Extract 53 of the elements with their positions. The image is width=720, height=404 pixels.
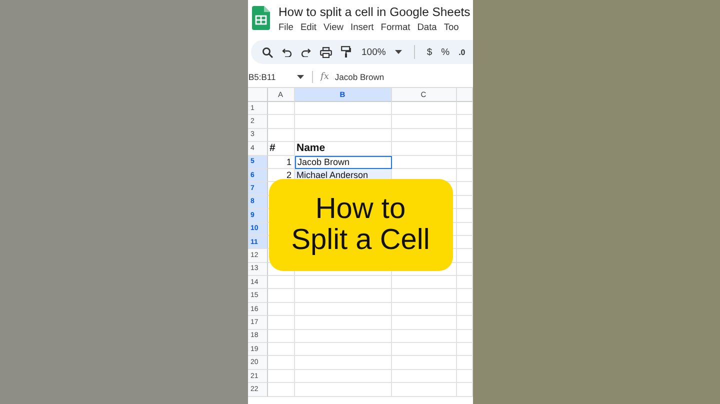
menu-item[interactable]: Format (380, 22, 410, 32)
table-cell (392, 115, 456, 129)
menu-item[interactable]: File (278, 22, 294, 32)
table-cell (268, 343, 294, 356)
print-icon[interactable] (320, 46, 332, 58)
caret-icon[interactable] (296, 75, 304, 79)
table-cell (268, 289, 294, 303)
menu-item[interactable]: View (324, 22, 344, 32)
currency-format-button[interactable]: $ (426, 46, 432, 58)
table-cell (392, 102, 456, 116)
table-cell (392, 383, 456, 397)
table-cell (392, 316, 456, 330)
zoom-dropdown[interactable]: 100% (362, 46, 386, 58)
table-cell (268, 276, 294, 290)
function-label: fx (320, 72, 329, 82)
menu-item[interactable]: Edit (300, 22, 317, 32)
name-box[interactable]: B5:B11 (248, 72, 290, 82)
undo-icon[interactable] (282, 48, 292, 56)
table-cell (392, 128, 456, 142)
table-cell (392, 142, 456, 156)
menu-item[interactable]: Data (417, 22, 437, 32)
formula-field[interactable]: Jacob Brown (334, 72, 472, 82)
table-cell (268, 102, 294, 116)
table-cell (392, 276, 456, 290)
spreadsheet-logo-icon[interactable] (252, 6, 270, 30)
table-cell (392, 343, 456, 356)
table-cell (268, 383, 294, 397)
table-cell (392, 370, 456, 384)
table-cell (392, 156, 456, 169)
paint-roller-icon[interactable] (340, 46, 350, 58)
table-cell (392, 302, 456, 316)
table-cell: # (268, 142, 294, 156)
search-icon[interactable] (262, 46, 272, 58)
select-all-corner[interactable] (248, 88, 268, 102)
table-cell (268, 115, 294, 129)
table-cell (392, 289, 456, 303)
caret-icon[interactable] (394, 50, 402, 54)
table-cell (268, 370, 294, 384)
document-title[interactable]: How to split a cell in Google Sheets (278, 5, 470, 19)
table-cell (392, 330, 456, 344)
title-banner: How to Split a Cell (268, 179, 452, 271)
menu-item[interactable]: Too (444, 22, 459, 32)
percent-format-button[interactable]: % (441, 46, 450, 58)
table-cell (268, 128, 294, 142)
table-cell (268, 316, 294, 330)
table-cell (268, 302, 294, 316)
table-cell (268, 330, 294, 344)
table-cell (268, 356, 294, 370)
decimal-format-button[interactable]: .0 (458, 48, 466, 56)
redo-icon[interactable] (300, 48, 310, 56)
table-cell (392, 356, 456, 370)
table-cell: Jacob Brown (294, 156, 392, 169)
menu-item[interactable]: Insert (350, 22, 374, 32)
